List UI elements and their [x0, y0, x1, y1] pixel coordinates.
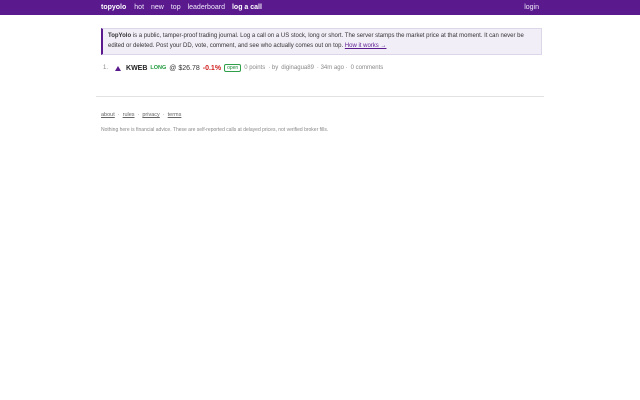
footer-links: about · rules · privacy · terms	[101, 112, 181, 118]
call-rank: 1.	[103, 65, 109, 71]
call-comments-link[interactable]: 0 comments	[351, 65, 384, 71]
main-nav: topyolo hot new top leaderboard log a ca…	[101, 0, 262, 15]
footer-separator: ·	[117, 112, 120, 118]
nav-hot-link[interactable]: hot	[134, 4, 144, 11]
login-link[interactable]: login	[524, 0, 539, 15]
top-navigation-bar: topyolo hot new top leaderboard log a ca…	[0, 0, 640, 15]
call-by-label: · by	[268, 65, 279, 71]
intro-banner: TopYolo is a public, tamper-proof tradin…	[101, 28, 542, 55]
how-it-works-link[interactable]: How it works →	[345, 43, 387, 49]
nav-new-link[interactable]: new	[151, 4, 164, 11]
call-direction: LONG	[150, 65, 167, 71]
upvote-arrow-icon[interactable]	[115, 65, 122, 71]
intro-body: is a public, tamper-proof trading journa…	[108, 33, 524, 49]
footer-privacy-link[interactable]: privacy	[142, 112, 159, 118]
footer-separator: ·	[137, 112, 140, 118]
nav-leaderboard-link[interactable]: leaderboard	[188, 4, 225, 11]
footer-separator: ·	[162, 112, 165, 118]
site-logo-link[interactable]: topyolo	[101, 4, 126, 11]
call-points: 0 points	[244, 65, 266, 71]
log-a-call-link[interactable]: log a call	[232, 4, 262, 11]
call-age: · 34m ago ·	[316, 65, 348, 71]
status-badge: open	[224, 64, 242, 72]
footer-divider	[96, 96, 544, 97]
intro-title: TopYolo	[108, 33, 132, 39]
call-user-link[interactable]: diginagua89	[281, 65, 314, 71]
footer-about-link[interactable]: about	[101, 112, 115, 118]
call-ticker[interactable]: KWEB	[126, 65, 147, 72]
call-change: -0.1%	[202, 64, 222, 72]
footer-terms-link[interactable]: terms	[168, 112, 182, 118]
call-price: @ $26.78	[169, 64, 200, 72]
footer-disclaimer: Nothing here is financial advice. These …	[101, 127, 329, 133]
nav-top-link[interactable]: top	[171, 4, 181, 11]
call-list-item: 1. KWEB LONG @ $26.78 -0.1% open 0 point…	[103, 64, 383, 72]
footer-rules-link[interactable]: rules	[123, 112, 135, 118]
